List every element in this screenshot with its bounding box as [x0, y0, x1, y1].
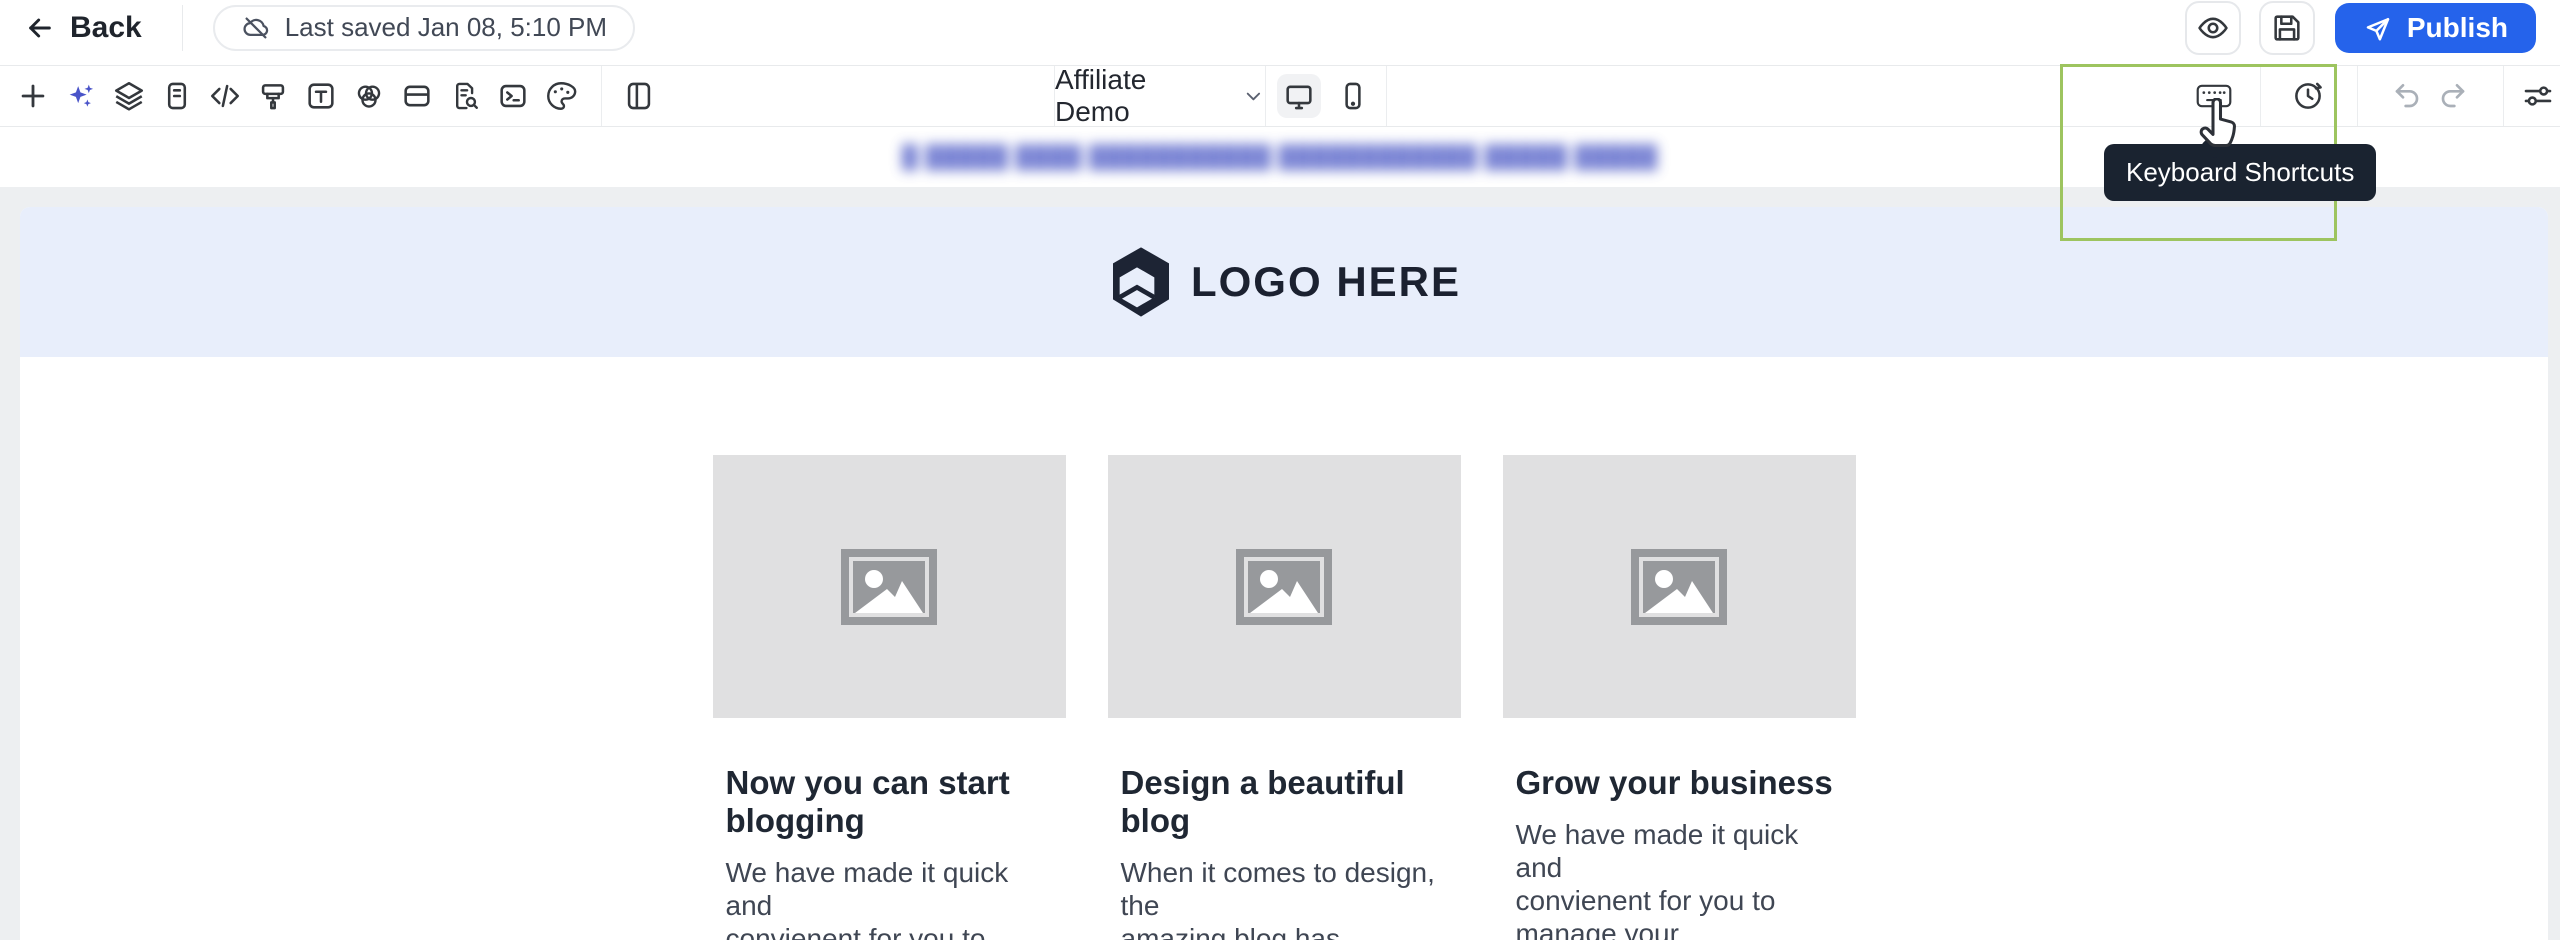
typography-button[interactable] — [301, 76, 341, 116]
eye-icon — [2196, 11, 2230, 45]
editor-toolbar: Affiliate Demo — [0, 66, 2560, 127]
send-icon — [2363, 13, 2393, 43]
image-placeholder — [713, 455, 1066, 718]
device-preview-toggle — [1266, 66, 1386, 126]
layers-button[interactable] — [109, 76, 149, 116]
code-icon — [208, 79, 242, 113]
desktop-icon — [1282, 79, 1316, 113]
save-button[interactable] — [2259, 1, 2315, 55]
keyboard-shortcuts-button[interactable] — [2192, 74, 2236, 118]
paint-roller-icon — [256, 79, 290, 113]
ai-sparkles-icon — [64, 79, 98, 113]
publish-label: Publish — [2407, 12, 2508, 44]
ai-assistant-button[interactable] — [61, 76, 101, 116]
desktop-preview-button[interactable] — [1277, 74, 1321, 118]
page-selector-label: Affiliate Demo — [1055, 64, 1220, 128]
redo-icon — [2437, 80, 2469, 112]
toolbar-divider — [2260, 66, 2261, 126]
doc-search-icon — [448, 79, 482, 113]
browser-card-icon — [400, 79, 434, 113]
blend-colors-button[interactable] — [349, 76, 389, 116]
card-excerpt: We have made it quick and convienent for… — [1516, 818, 1842, 940]
page-canvas[interactable]: LOGO HERE Now you can start blogging — [20, 207, 2548, 940]
preview-button[interactable] — [2185, 1, 2241, 55]
toolbar-divider — [1386, 66, 1387, 126]
blog-card[interactable]: Design a beautiful blog When it comes to… — [1108, 455, 1461, 940]
split-view-icon — [622, 79, 656, 113]
blurred-page-url[interactable]: █ █████ ████ ███████████ ████████████ ██… — [902, 144, 1658, 170]
split-view-button[interactable] — [619, 76, 659, 116]
topbar-divider — [182, 5, 183, 51]
redo-button[interactable] — [2431, 74, 2475, 118]
top-bar: Back Last saved Jan 08, 5:10 PM Publish — [0, 0, 2560, 66]
save-floppy-icon — [2270, 11, 2304, 45]
theme-palette-button[interactable] — [541, 76, 581, 116]
chevron-down-icon — [1242, 84, 1265, 108]
undo-button[interactable] — [2385, 74, 2429, 118]
insert-tools-group — [0, 76, 589, 116]
terminal-icon — [496, 79, 530, 113]
toolbar-divider — [2503, 66, 2504, 126]
back-label: Back — [70, 11, 142, 45]
cloud-off-icon — [241, 13, 271, 43]
notes-button[interactable] — [157, 76, 197, 116]
image-placeholder — [1503, 455, 1856, 718]
image-placeholder-icon — [1631, 549, 1727, 625]
save-status-text: Last saved Jan 08, 5:10 PM — [285, 12, 607, 43]
card-title[interactable]: Design a beautiful blog — [1121, 764, 1447, 840]
blend-circles-icon — [352, 79, 386, 113]
notes-icon — [160, 79, 194, 113]
card-title[interactable]: Grow your business — [1516, 764, 1842, 802]
back-arrow-icon — [24, 12, 56, 44]
style-paint-button[interactable] — [253, 76, 293, 116]
page-selector-dropdown[interactable]: Affiliate Demo — [1055, 66, 1265, 126]
logo-icon — [1107, 246, 1175, 318]
logo-text: LOGO HERE — [1191, 258, 1461, 306]
plus-icon — [16, 79, 50, 113]
save-status-pill: Last saved Jan 08, 5:10 PM — [213, 5, 635, 51]
toolbar-divider — [2357, 66, 2358, 126]
blog-cards-row: Now you can start blogging We have made … — [20, 357, 2548, 940]
publish-button[interactable]: Publish — [2335, 3, 2536, 53]
keyboard-icon — [2195, 81, 2233, 111]
seo-audit-button[interactable] — [445, 76, 485, 116]
mobile-icon — [1336, 79, 1370, 113]
card-title[interactable]: Now you can start blogging — [726, 764, 1052, 840]
page-url-strip: █ █████ ████ ███████████ ████████████ ██… — [0, 127, 2560, 187]
blog-card[interactable]: Grow your business We have made it quick… — [1503, 455, 1856, 940]
image-placeholder-icon — [1236, 549, 1332, 625]
editor-window: Back Last saved Jan 08, 5:10 PM Publish — [0, 0, 2560, 940]
image-placeholder — [1108, 455, 1461, 718]
blog-card[interactable]: Now you can start blogging We have made … — [713, 455, 1066, 940]
layers-icon — [112, 79, 146, 113]
card-excerpt: We have made it quick and convienent for… — [726, 856, 1052, 940]
image-placeholder-icon — [841, 549, 937, 625]
version-history-button[interactable] — [2286, 74, 2330, 118]
browser-card-button[interactable] — [397, 76, 437, 116]
undo-icon — [2391, 80, 2423, 112]
history-clock-icon — [2291, 79, 2325, 113]
palette-icon — [544, 79, 578, 113]
back-button[interactable]: Back — [24, 11, 142, 45]
code-button[interactable] — [205, 76, 245, 116]
sliders-icon — [2521, 79, 2555, 113]
settings-sliders-button[interactable] — [2516, 74, 2560, 118]
typography-icon — [304, 79, 338, 113]
toolbar-divider — [601, 66, 602, 126]
site-header-section[interactable]: LOGO HERE — [20, 207, 2548, 357]
card-excerpt: When it comes to design, the amazing blo… — [1121, 856, 1447, 940]
add-element-button[interactable] — [13, 76, 53, 116]
mobile-preview-button[interactable] — [1331, 74, 1375, 118]
canvas-workspace: LOGO HERE Now you can start blogging — [0, 187, 2560, 940]
terminal-button[interactable] — [493, 76, 533, 116]
